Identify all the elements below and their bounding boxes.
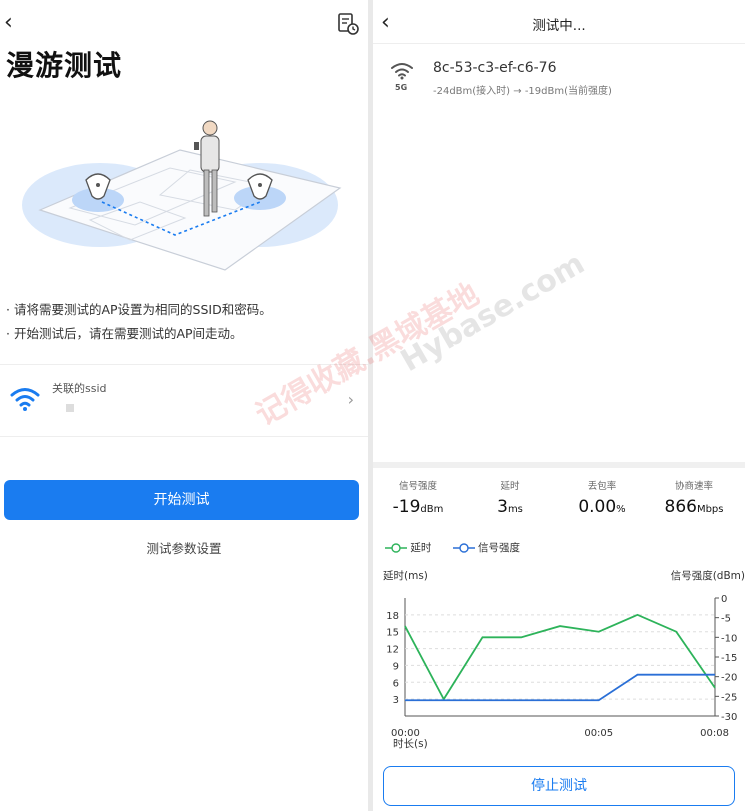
y-tick-label: 18 <box>386 611 399 622</box>
stat-latency: 延时 3ms <box>465 478 555 517</box>
stat-unit: Mbps <box>696 504 724 515</box>
stat-value: 0.00 <box>578 497 617 517</box>
stop-test-button[interactable]: 停止测试 <box>383 766 735 806</box>
tip-line: · 开始测试后，请在需要测试的AP间走动。 <box>6 326 243 341</box>
x-axis-title: 时长(s) <box>393 738 428 750</box>
stat-label: 协商速率 <box>674 481 713 492</box>
legend-item-latency: 延时 <box>385 540 431 555</box>
wifi-icon <box>391 63 413 80</box>
y-axis-title-right: 信号强度(dBm) <box>670 570 745 582</box>
stat-signal: 信号强度 -19dBm <box>373 478 463 517</box>
ssid-label: 关联的ssid <box>52 382 107 395</box>
chart-legend: 延时 信号强度 <box>385 540 538 555</box>
x-tick-label: 00:05 <box>584 728 613 739</box>
y2-tick-label: -20 <box>721 673 737 684</box>
stats-row: 信号强度 -19dBm 延时 3ms 丢包率 0.00% 协商速率 866Mbp… <box>373 478 745 524</box>
latency-signal-chart: 3691215180-5-10-15-20-25-3000:00 00:05 00:… <box>386 594 737 739</box>
legend-marker <box>452 543 475 553</box>
y2-tick-label: -10 <box>721 633 737 644</box>
section-divider <box>373 462 745 468</box>
start-test-button[interactable]: 开始测试 <box>4 480 359 520</box>
page-title: 测试中... <box>532 18 586 34</box>
y2-tick-label: -15 <box>721 653 737 664</box>
legend-label: 信号强度 <box>478 542 521 554</box>
roaming-illustration <box>22 120 342 271</box>
associated-ssid-row[interactable]: 关联的ssid › <box>0 368 368 434</box>
x-tick-label: 00:08 <box>700 728 729 739</box>
tip-line: · 请将需要测试的AP设置为相同的SSID和密码。 <box>6 302 272 317</box>
y2-tick-label: -25 <box>721 692 737 703</box>
stat-link-rate: 协商速率 866Mbps <box>649 478 739 517</box>
legend-item-signal: 信号强度 <box>452 540 521 555</box>
y2-tick-label: -5 <box>721 614 731 625</box>
stat-value: 3 <box>497 497 508 517</box>
y-tick-label: 6 <box>393 678 399 689</box>
wifi-icon <box>10 388 40 411</box>
chevron-right-icon: › <box>347 390 354 409</box>
stat-value: -19 <box>392 497 421 517</box>
history-icon[interactable] <box>336 12 360 36</box>
divider <box>0 436 368 437</box>
back-chevron-icon[interactable]: ‹ <box>4 12 26 34</box>
stat-label: 延时 <box>500 481 520 492</box>
ap-mac-address: 8c-53-c3-ef-c6-76 <box>433 60 557 76</box>
legend-marker <box>385 543 407 553</box>
ap-signal-info: -24dBm(接入时) → -19dBm(当前强度) <box>433 86 612 97</box>
y-axis-title-left: 延时(ms) <box>383 570 428 582</box>
y2-tick-label: 0 <box>721 594 727 605</box>
stat-unit: ms <box>507 504 523 515</box>
header: ‹ 测试中... <box>373 0 745 44</box>
test-settings-link[interactable]: 测试参数设置 <box>0 538 368 557</box>
band-badge: 5G <box>395 83 408 92</box>
stat-value: 866 <box>664 497 697 517</box>
roaming-test-screen: ‹ 漫游测试 · 请将需要测试的AP设置为相同的SSID和密码。 · 开始测试后… <box>0 0 368 811</box>
y2-tick-label: -30 <box>721 712 737 723</box>
y-tick-label: 9 <box>393 661 399 672</box>
series-line <box>404 613 716 701</box>
legend-label: 延时 <box>410 542 432 554</box>
page-title: 漫游测试 <box>6 49 123 82</box>
y-tick-label: 15 <box>386 628 399 639</box>
stat-packet-loss: 丢包率 0.00% <box>557 478 647 517</box>
stat-unit: dBm <box>420 504 444 515</box>
y-tick-label: 12 <box>386 645 399 656</box>
stat-label: 信号强度 <box>398 481 437 492</box>
ssid-value <box>66 404 74 412</box>
stat-label: 丢包率 <box>587 481 617 492</box>
testing-screen: ‹ 测试中... 5G 8c-53-c3-ef-c6-76 -24dBm(接入时… <box>373 0 745 811</box>
stat-unit: % <box>616 504 626 515</box>
y-tick-label: 3 <box>393 695 399 706</box>
divider <box>0 364 368 365</box>
instruction-tips: · 请将需要测试的AP设置为相同的SSID和密码。 · 开始测试后，请在需要测试… <box>6 298 272 346</box>
